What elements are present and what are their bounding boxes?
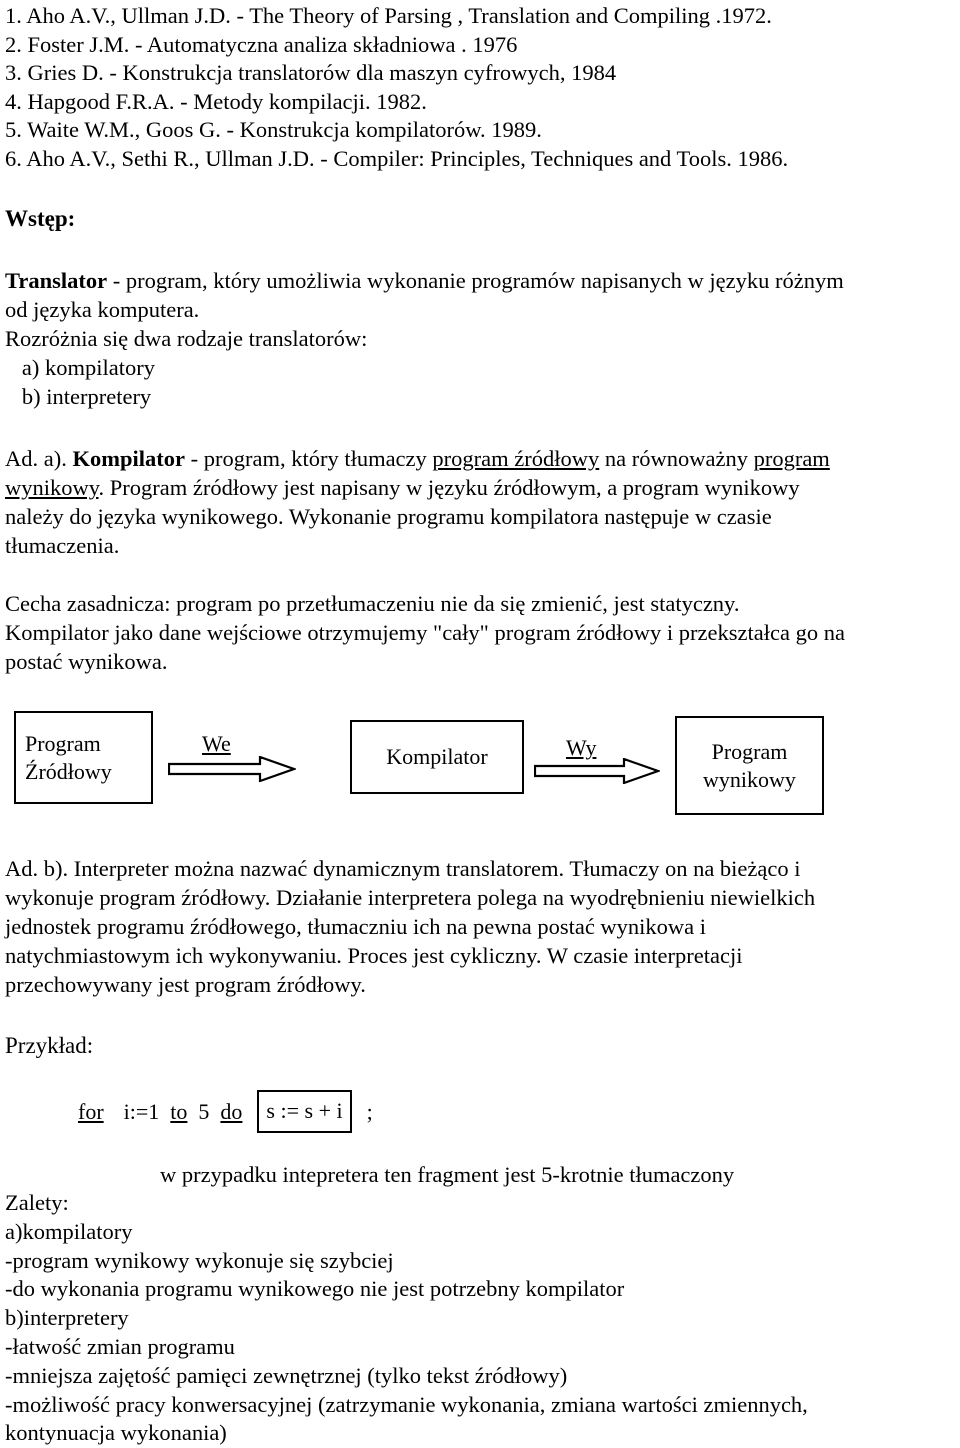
advantages-item-5: -łatwość zmian programu (5, 1333, 235, 1359)
link-program-wynikowy-part1[interactable]: program (754, 446, 830, 471)
diagram-box-output-program: Program wynikowy (675, 716, 824, 815)
advantages-block: Zalety: a)kompilatory -program wynikowy … (5, 1189, 957, 1448)
ad-a-prefix: Ad. a). (5, 446, 73, 471)
cecha-paragraph: Cecha zasadnicza: program po przetłumacz… (5, 589, 957, 676)
advantages-item-3: -do wykonania programu wynikowego nie je… (5, 1276, 625, 1302)
ad-b-line-3: jednostek programu źródłowego, tłumaczni… (5, 914, 707, 939)
keyword-for: for (78, 1098, 104, 1124)
reference-item-3: 3. Gries D. - Konstrukcja translatorów d… (5, 60, 617, 86)
reference-item-6: 6. Aho A.V., Sethi R., Ullman J.D. - Com… (5, 145, 789, 171)
ad-b-line-2: wykonuje program źródłowy. Działanie int… (5, 885, 816, 910)
translator-term: Translator (5, 268, 108, 293)
translator-definition: Translator - program, który umożliwia wy… (5, 266, 957, 411)
output-box-line-1: Program (711, 738, 788, 764)
translator-kinds-intro: Rozróżnia się dwa rodzaje translatorów: (5, 326, 368, 351)
advantages-item-1: a)kompilatory (5, 1218, 133, 1244)
link-program-zrodlowy[interactable]: program źródłowy (432, 446, 599, 471)
output-box-line-2: wynikowy (703, 766, 796, 792)
cecha-line-3: postać wynikowa. (5, 649, 168, 674)
section-heading-wstep: Wstęp: (5, 206, 76, 231)
arrow-output-label: Wy (566, 735, 597, 760)
diagram-box-compiler: Kompilator (350, 720, 524, 794)
translator-line-1: Translator - program, który umożliwia wy… (5, 266, 957, 295)
document-page: 1. Aho A.V., Ullman J.D. - The Theory of… (0, 0, 960, 1445)
diagram-arrow-input: We (168, 732, 296, 782)
advantages-item-6: -mniejsza zajętość pamięci zewnętrznej (… (5, 1362, 568, 1388)
code-example-note: w przypadku intepretera ten fragment jes… (160, 1162, 735, 1187)
loop-count: 5 (198, 1098, 210, 1124)
compiler-box-label: Kompilator (386, 744, 488, 769)
translator-line-1-rest: - program, który umożliwia wykonanie pro… (107, 268, 844, 293)
kompilator-term: Kompilator (72, 446, 185, 471)
code-body-box: s := s + i (257, 1090, 352, 1133)
advantages-heading: Zalety: (5, 1190, 69, 1215)
ad-a-line-1: Ad. a). Kompilator - program, który tłum… (5, 444, 957, 473)
section-heading-przyklad: Przykład: (5, 1033, 94, 1058)
reference-item-1: 1. Aho A.V., Ullman J.D. - The Theory of… (5, 3, 772, 28)
advantages-item-4: b)interpretery (5, 1305, 129, 1331)
source-box-line-1: Program (25, 730, 101, 756)
reference-item-5: 5. Waite W.M., Goos G. - Konstrukcja kom… (5, 117, 542, 143)
ad-b-paragraph: Ad. b). Interpreter można nazwać dynamic… (5, 854, 957, 999)
loop-init: i:=1 (123, 1098, 160, 1124)
keyword-to: to (170, 1098, 188, 1124)
reference-list: 1. Aho A.V., Ullman J.D. - The Theory of… (5, 2, 955, 174)
translator-kind-b: b) interpretery (5, 384, 152, 409)
cecha-line-2: Kompilator jako dane wejściowe otrzymuje… (5, 620, 845, 645)
cecha-line-1: Cecha zasadnicza: program po przetłumacz… (5, 591, 740, 616)
ad-a-line-4: tłumaczenia. (5, 533, 120, 558)
advantages-item-2: -program wynikowy wykonuje się szybciej (5, 1247, 394, 1273)
compiler-flow-diagram: Program Źródłowy We Kompilator Wy Progra… (0, 700, 960, 830)
link-program-wynikowy-part2[interactable]: wynikowy (5, 475, 99, 500)
ad-a-after-term: - program, który tłumaczy (184, 446, 433, 471)
reference-item-4: 4. Hapgood F.R.A. - Metody kompilacji. 1… (5, 88, 427, 114)
ad-a-line-2: wynikowy. Program źródłowy jest napisany… (5, 473, 957, 502)
block-arrow-icon (168, 756, 296, 782)
diagram-box-source-program: Program Źródłowy (14, 711, 153, 804)
arrow-input-label: We (202, 731, 231, 756)
translator-kind-a: a) kompilatory (5, 355, 155, 380)
ad-b-line-1: Ad. b). Interpreter można nazwać dynamic… (5, 856, 801, 881)
code-semicolon: ; (366, 1098, 373, 1124)
ad-b-line-4: natychmiastowym ich wykonywaniu. Proces … (5, 943, 743, 968)
ad-b-line-5: przechowywany jest program źródłowy. (5, 972, 366, 997)
ad-a-line-3: należy do języka wynikowego. Wykonanie p… (5, 504, 772, 529)
ad-a-mid-1: na równoważny (599, 446, 754, 471)
source-box-line-2: Źródłowy (25, 758, 112, 784)
block-arrow-icon (534, 758, 660, 784)
keyword-do: do (220, 1098, 243, 1124)
code-example-line: for i:=1 to 5 do s := s + i ; (78, 1090, 373, 1133)
ad-a-line-2-rest: . Program źródłowy jest napisany w język… (98, 475, 800, 500)
diagram-arrow-output: Wy (534, 736, 660, 784)
advantages-item-7: -możliwość pracy konwersacyjnej (zatrzym… (5, 1391, 808, 1417)
translator-line-2: od języka komputera. (5, 297, 200, 322)
ad-a-paragraph: Ad. a). Kompilator - program, który tłum… (5, 444, 957, 560)
reference-item-2: 2. Foster J.M. - Automatyczna analiza sk… (5, 31, 518, 57)
